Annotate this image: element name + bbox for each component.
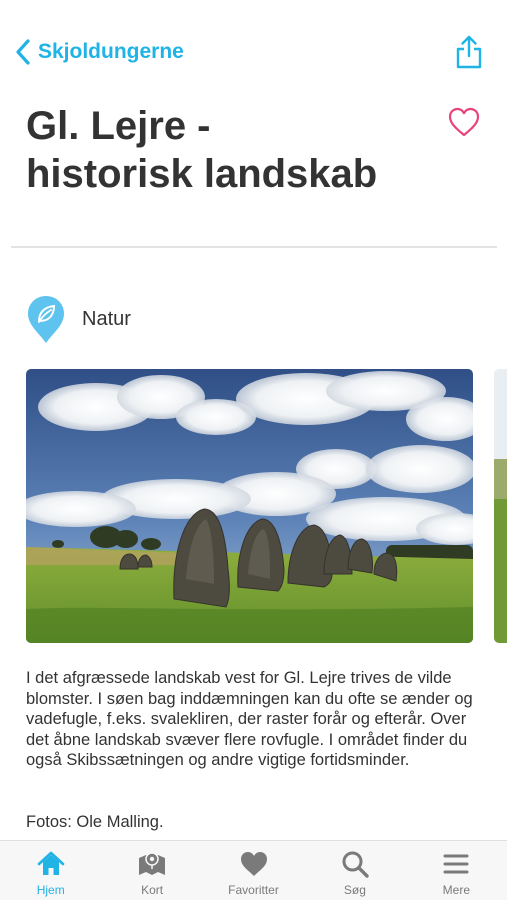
map-icon	[139, 852, 166, 875]
page-title: Gl. Lejre - historisk landskab	[26, 102, 426, 198]
menu-icon	[443, 854, 469, 874]
share-icon[interactable]	[453, 34, 485, 70]
tab-search[interactable]: Søg	[304, 841, 405, 900]
tab-bar: Hjem Kort Favoritter Søg Mere	[0, 840, 507, 900]
tab-home-label: Hjem	[36, 883, 65, 897]
tab-favorites[interactable]: Favoritter	[203, 841, 304, 900]
page-title-line-2: historisk landskab	[26, 152, 378, 196]
screen: Skjoldungerne Gl. Lejre - historisk land…	[0, 0, 507, 900]
category-label: Natur	[82, 307, 131, 330]
favorite-heart-icon[interactable]	[447, 106, 481, 138]
top-navigation-bar: Skjoldungerne	[0, 0, 507, 100]
heart-icon	[240, 852, 267, 876]
divider	[11, 246, 497, 248]
back-button[interactable]: Skjoldungerne	[14, 36, 184, 68]
tab-map-label: Kort	[141, 883, 164, 897]
tab-more[interactable]: Mere	[406, 841, 507, 900]
back-button-label: Skjoldungerne	[38, 40, 184, 63]
description-text: I det afgræssede landskab vest for Gl. L…	[26, 669, 473, 770]
carousel-next-photo[interactable]	[494, 369, 507, 643]
tab-more-label: Mere	[442, 883, 470, 897]
search-icon	[342, 851, 369, 878]
image-carousel[interactable]	[0, 369, 507, 643]
home-icon	[37, 851, 65, 875]
carousel-photo[interactable]	[26, 369, 473, 643]
category-tag: Natur	[26, 294, 131, 344]
tab-favorites-label: Favoritter	[228, 883, 279, 897]
leaf-pin-icon	[28, 296, 64, 343]
tab-search-label: Søg	[343, 883, 366, 897]
tab-map[interactable]: Kort	[101, 841, 202, 900]
chevron-left-icon	[16, 39, 30, 65]
page-title-line-1: Gl. Lejre -	[26, 104, 211, 148]
tab-home[interactable]: Hjem	[0, 841, 101, 900]
photo-credit: Fotos: Ole Malling.	[26, 813, 164, 831]
